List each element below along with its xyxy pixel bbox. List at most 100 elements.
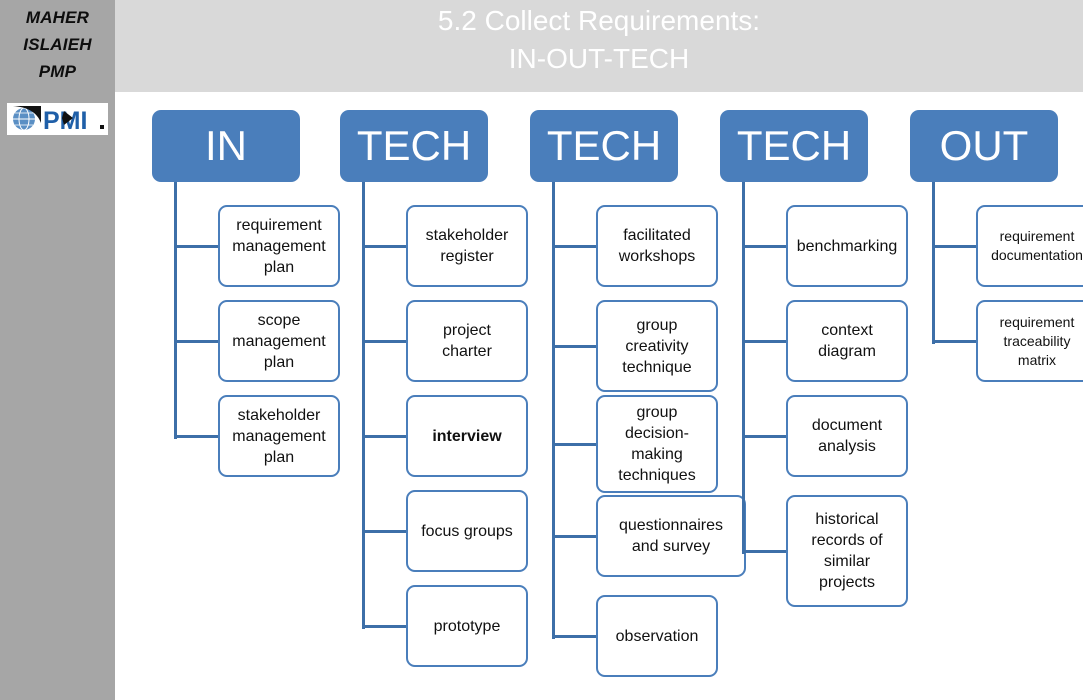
diagram-node-line: benchmarking bbox=[796, 237, 898, 255]
diagram-node-line: plan bbox=[263, 448, 295, 466]
column-header-tech[interactable]: TECH bbox=[530, 110, 678, 182]
diagram-node[interactable]: requirement traceability matrix bbox=[976, 300, 1083, 382]
diagram-node-line: management bbox=[232, 332, 326, 350]
diagram-node[interactable]: stakeholder register bbox=[406, 205, 528, 287]
page-title-line-1: 5.2 Collect Requirements: bbox=[437, 5, 761, 36]
diagram-node[interactable]: focus groups bbox=[406, 490, 528, 572]
diagram-node[interactable]: questionnaires and survey bbox=[596, 495, 746, 577]
diagram-node-line: focus groups bbox=[421, 522, 513, 540]
diagram-node[interactable]: scope management plan bbox=[218, 300, 340, 382]
diagram-node[interactable]: observation bbox=[596, 595, 718, 677]
diagram-node-line: decision- bbox=[624, 425, 689, 442]
column-header-out[interactable]: OUT bbox=[910, 110, 1058, 182]
diagram-node-line: management bbox=[232, 427, 326, 445]
diagram-node-line: technique bbox=[622, 358, 692, 376]
connector-trunk bbox=[932, 182, 935, 344]
diagram-node-line: documentation bbox=[991, 247, 1083, 263]
connector-stub bbox=[552, 443, 596, 446]
connector-trunk bbox=[362, 182, 365, 629]
column-header-tech[interactable]: TECH bbox=[340, 110, 488, 182]
connector-stub bbox=[174, 435, 218, 438]
connector-trunk bbox=[742, 182, 745, 554]
diagram-node-line: questionnaires bbox=[618, 517, 724, 534]
diagram-node-line: requirement bbox=[236, 216, 322, 234]
diagram-node[interactable]: benchmarking bbox=[786, 205, 908, 287]
diagram-node[interactable]: group decision-making techniques bbox=[596, 395, 718, 493]
sidebar: MAHER ISLAIEH PMP PMI bbox=[0, 0, 115, 700]
diagram-node-line: plan bbox=[263, 258, 295, 276]
diagram-node[interactable]: context diagram bbox=[786, 300, 908, 382]
column-header-in[interactable]: IN bbox=[152, 110, 300, 182]
diagram-canvas: IN requirement management plan scope manageme… bbox=[115, 92, 1083, 700]
diagram-node-line: context bbox=[821, 322, 873, 339]
diagram-node-line: and survey bbox=[631, 538, 711, 555]
diagram-node-line: charter bbox=[442, 343, 492, 360]
pmi-logo: PMI bbox=[7, 103, 108, 135]
connector-stub bbox=[174, 245, 218, 248]
connector-stub bbox=[552, 635, 596, 638]
diagram-node[interactable]: group creativity technique bbox=[596, 300, 718, 392]
connector-stub bbox=[742, 340, 786, 343]
connector-stub bbox=[552, 345, 596, 348]
diagram-node-line: scope bbox=[257, 311, 301, 329]
column-header-tech[interactable]: TECH bbox=[720, 110, 868, 182]
diagram-node[interactable]: facilitated workshops bbox=[596, 205, 718, 287]
connector-stub bbox=[362, 625, 406, 628]
diagram-node-line: traceability bbox=[1003, 332, 1071, 349]
connector-stub bbox=[742, 245, 786, 248]
diagram-node-line: requirement bbox=[999, 228, 1075, 244]
connector-stub bbox=[932, 245, 976, 248]
diagram-node-line: prototype bbox=[433, 617, 501, 635]
diagram-node[interactable]: stakeholder management plan bbox=[218, 395, 340, 477]
diagram-node[interactable]: requirement management plan bbox=[218, 205, 340, 287]
diagram-node-line: analysis bbox=[818, 438, 876, 455]
connector-stub bbox=[552, 245, 596, 248]
author-name: MAHER ISLAIEH PMP bbox=[0, 4, 115, 85]
diagram-node-line: records of bbox=[811, 532, 883, 549]
connector-stub bbox=[174, 340, 218, 343]
diagram-node-line: interview bbox=[432, 427, 502, 445]
diagram-node-line: project bbox=[442, 322, 491, 339]
connector-stub bbox=[362, 530, 406, 533]
diagram-node-line: group bbox=[636, 316, 678, 334]
diagram-node-line: techniques bbox=[618, 467, 696, 484]
diagram-node[interactable]: prototype bbox=[406, 585, 528, 667]
connector-stub bbox=[742, 550, 786, 553]
page-title-line-2: IN-OUT-TECH bbox=[508, 43, 690, 74]
diagram-node-line: historical bbox=[815, 511, 879, 528]
diagram-node-line: workshops bbox=[618, 248, 696, 265]
diagram-node-line: observation bbox=[615, 627, 699, 645]
connector-trunk bbox=[552, 182, 555, 639]
diagram-node-line: register bbox=[440, 248, 494, 265]
connector-stub bbox=[552, 535, 596, 538]
diagram-node-line: document bbox=[811, 417, 883, 434]
diagram-node-line: stakeholder bbox=[237, 406, 321, 424]
connector-stub bbox=[362, 340, 406, 343]
diagram-node-line: group bbox=[636, 404, 678, 421]
diagram-node-line: similar bbox=[823, 553, 871, 570]
diagram-node-line: projects bbox=[818, 574, 875, 591]
diagram-node[interactable]: document analysis bbox=[786, 395, 908, 477]
diagram-node-line: making bbox=[631, 446, 683, 463]
author-line-2: ISLAIEH bbox=[23, 35, 92, 54]
connector-trunk bbox=[174, 182, 177, 439]
connector-stub bbox=[742, 435, 786, 438]
connector-stub bbox=[362, 245, 406, 248]
diagram-node[interactable]: project charter bbox=[406, 300, 528, 382]
diagram-node-line: matrix bbox=[1017, 351, 1057, 368]
author-line-1: MAHER bbox=[25, 8, 90, 27]
diagram-node-line: requirement bbox=[999, 313, 1075, 330]
author-line-3: PMP bbox=[38, 62, 77, 81]
diagram-node-line: stakeholder bbox=[425, 227, 509, 244]
diagram-node-line: plan bbox=[263, 353, 295, 371]
diagram-node-line: facilitated bbox=[623, 227, 691, 244]
connector-stub bbox=[362, 435, 406, 438]
diagram-node-line: creativity bbox=[625, 337, 689, 355]
connector-stub bbox=[932, 340, 976, 343]
diagram-node[interactable]: requirement documentation bbox=[976, 205, 1083, 287]
diagram-node[interactable]: interview bbox=[406, 395, 528, 477]
diagram-node-line: management bbox=[232, 237, 326, 255]
diagram-node-line: diagram bbox=[818, 343, 876, 360]
page-title: 5.2 Collect Requirements: IN-OUT-TECH bbox=[115, 2, 1083, 78]
diagram-node[interactable]: historical records of similar projects bbox=[786, 495, 908, 607]
